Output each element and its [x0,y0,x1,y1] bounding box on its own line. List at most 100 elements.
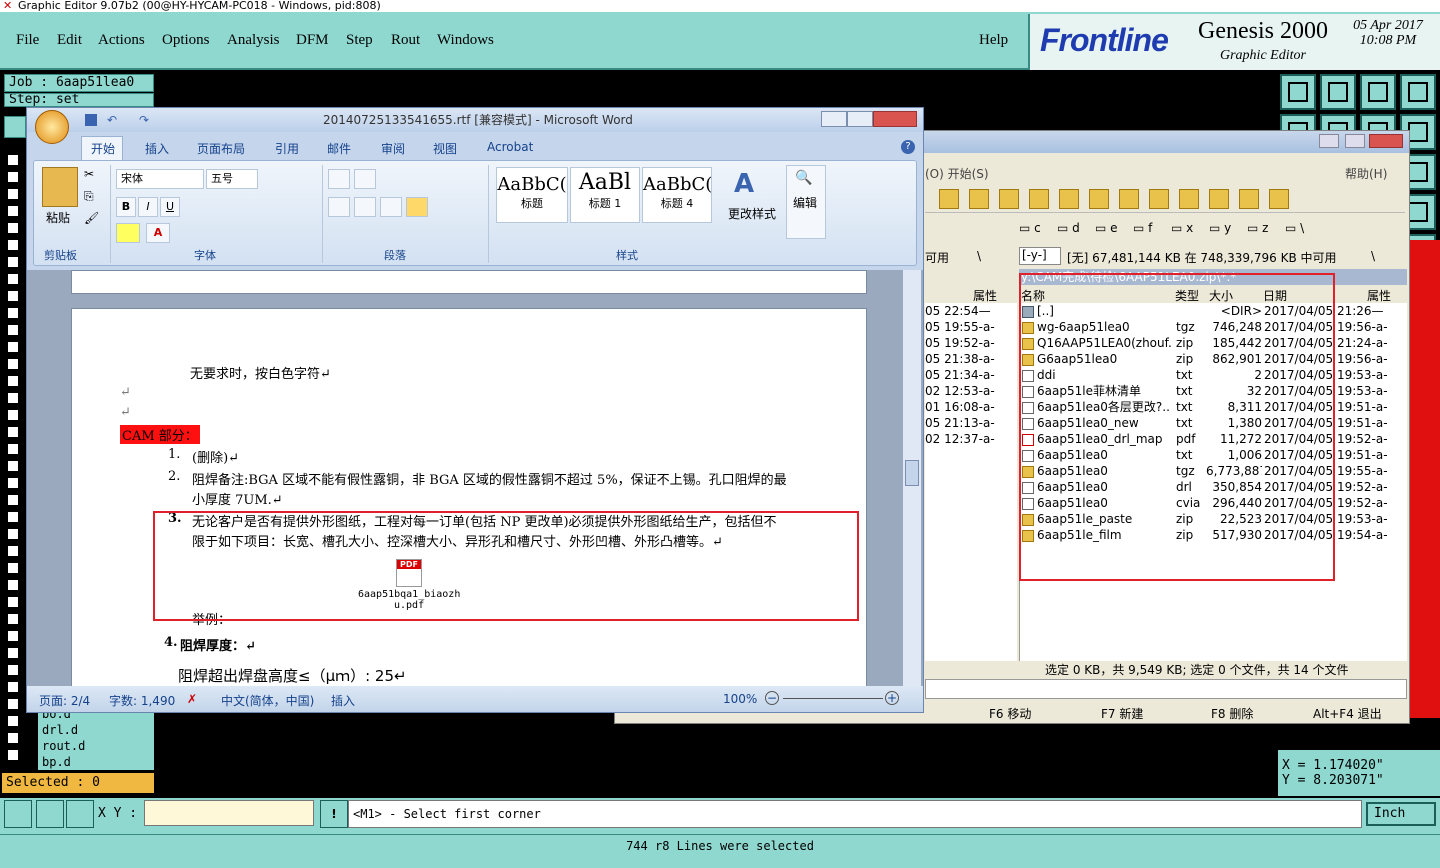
fm-toolbar-icon[interactable] [1149,189,1169,209]
fm-toolbar-icon[interactable] [1239,189,1259,209]
copy-icon[interactable]: ⎘ [84,189,94,204]
menu-dfm[interactable]: DFM [296,32,329,49]
bullets-button[interactable] [328,169,350,189]
layer-toggle-icon[interactable] [6,255,20,269]
fm-toolbar-icon[interactable] [1179,189,1199,209]
status-words[interactable]: 字数: 1,490 [109,692,175,709]
style-heading-4[interactable]: AaBbC( 标题 4 [642,167,712,223]
close-icon[interactable] [1369,134,1403,148]
layer-toggle-icon[interactable] [6,663,20,677]
drive-button[interactable]: ▭ z [1247,221,1268,235]
layer-toggle-icon[interactable] [6,493,20,507]
fm-root-left[interactable]: \ [977,249,981,263]
menu-analysis[interactable]: Analysis [227,32,280,49]
fkey-altf4[interactable]: Alt+F4 退出 [1313,705,1382,722]
fm-toolbar-icon[interactable] [1059,189,1079,209]
fkey-f6[interactable]: F6 移动 [989,705,1031,722]
status-language[interactable]: 中文(简体，中国) [221,692,314,709]
proofing-icon[interactable]: ✗ [187,692,197,706]
change-styles-icon[interactable]: A [734,169,754,199]
list-item[interactable]: 05 21:38-a- [925,351,995,367]
drive-button[interactable]: ▭ y [1209,221,1231,235]
layer-toggle-icon[interactable] [6,272,20,286]
fm-toolbar-icon[interactable] [939,189,959,209]
list-item[interactable]: 05 21:13-a- [925,415,995,431]
layer-toggle-icon[interactable] [6,221,20,235]
layer-toggle-icon[interactable] [6,578,20,592]
layer-toggle-icon[interactable] [6,374,20,388]
fkey-f8[interactable]: F8 删除 [1211,705,1253,722]
header-attr[interactable]: 属性 [1367,287,1391,304]
drive-button[interactable]: ▭ c [1019,221,1041,235]
font-size-select[interactable]: 五号 [206,169,258,189]
status-page[interactable]: 页面: 2/4 [39,692,90,709]
fm-toolbar-icon[interactable] [999,189,1019,209]
fm-toolbar-icon[interactable] [1029,189,1049,209]
layer-toggle-icon[interactable] [6,187,20,201]
layer-toggle-icon[interactable] [6,289,20,303]
tab-review[interactable]: 审阅 [381,140,405,157]
layer-toggle-icon[interactable] [6,646,20,660]
drive-button[interactable]: ▭ d [1057,221,1080,235]
layer-toggle-icon[interactable] [6,476,20,490]
layer-toggle-icon[interactable] [6,323,20,337]
layer-toggle-icon[interactable] [6,340,20,354]
layer-item[interactable]: bp.d [42,754,154,770]
layer-toggle-icon[interactable] [6,731,20,745]
layer-toggle-icon[interactable] [6,357,20,371]
tool-icon[interactable] [1360,74,1396,110]
save-icon[interactable] [85,114,97,126]
italic-button[interactable]: I [138,197,158,217]
drive-button[interactable]: ▭ \ [1285,221,1304,235]
zoom-slider[interactable] [783,698,883,699]
align-right-button[interactable] [380,197,402,217]
measure-icon[interactable] [36,800,64,828]
list-item[interactable]: 02 12:37-a- [925,431,995,447]
tab-references[interactable]: 引用 [275,140,299,157]
scroll-thumb[interactable] [905,460,919,486]
redo-icon[interactable]: ↷ [139,108,149,132]
layer-toggle-icon[interactable] [6,748,20,762]
layer-toggle-icon[interactable] [6,306,20,320]
layer-item[interactable]: drl.d [42,722,154,738]
font-name-select[interactable]: 宋体 [116,169,204,189]
edit-button[interactable]: 🔍 编辑 [786,165,826,239]
menu-actions[interactable]: Actions [98,32,145,49]
xy-input[interactable] [144,800,314,826]
help-icon[interactable]: ? [901,140,915,154]
layer-toggle-icon[interactable] [6,595,20,609]
drive-button[interactable]: ▭ e [1095,221,1118,235]
zoom-level[interactable]: 100% [723,692,757,706]
layer-toggle-icon[interactable] [6,238,20,252]
layer-toggle-icon[interactable] [6,612,20,626]
undo-icon[interactable]: ↶ [107,108,117,132]
zoom-out-icon[interactable]: − [765,691,779,705]
tab-insert[interactable]: 插入 [145,140,169,157]
document-page[interactable]: 无要求时，按白色字符↵ ↵ ↵ CAM 部分： 1. (删除)↵ 2. 阻焊备注… [71,308,867,688]
layer-toggle-icon[interactable] [6,714,20,728]
list-item[interactable]: 05 19:55-a- [925,319,995,335]
layer-toggle-icon[interactable] [6,697,20,711]
cut-icon[interactable]: ✂ [84,167,94,181]
tab-view[interactable]: 视图 [433,140,457,157]
drive-selector[interactable]: [-y-] [1019,247,1061,265]
zoom-box-icon[interactable] [4,800,32,828]
style-heading-1[interactable]: AaBl 标题 1 [570,167,640,223]
fm-toolbar-icon[interactable] [1089,189,1109,209]
tool-icon[interactable] [1400,74,1436,110]
list-item[interactable]: 05 22:54— [925,303,991,319]
tab-layout[interactable]: 页面布局 [197,140,245,157]
menu-step[interactable]: Step [346,32,373,49]
fm-root-right[interactable]: \ [1371,249,1375,263]
bold-button[interactable]: B [116,197,136,217]
layer-toggle-icon[interactable] [6,544,20,558]
vertical-scrollbar[interactable] [903,270,921,686]
fm-toolbar-icon[interactable] [1119,189,1139,209]
layer-toggle-icon[interactable] [6,425,20,439]
fkey-f7[interactable]: F7 新建 [1101,705,1143,722]
layer-toggle-icon[interactable] [6,204,20,218]
fm-help[interactable]: 帮助(H) [1345,165,1387,182]
left-attr-header[interactable]: 属性 [973,287,997,304]
list-item[interactable]: 05 21:34-a- [925,367,995,383]
status-mode[interactable]: 插入 [331,692,355,709]
